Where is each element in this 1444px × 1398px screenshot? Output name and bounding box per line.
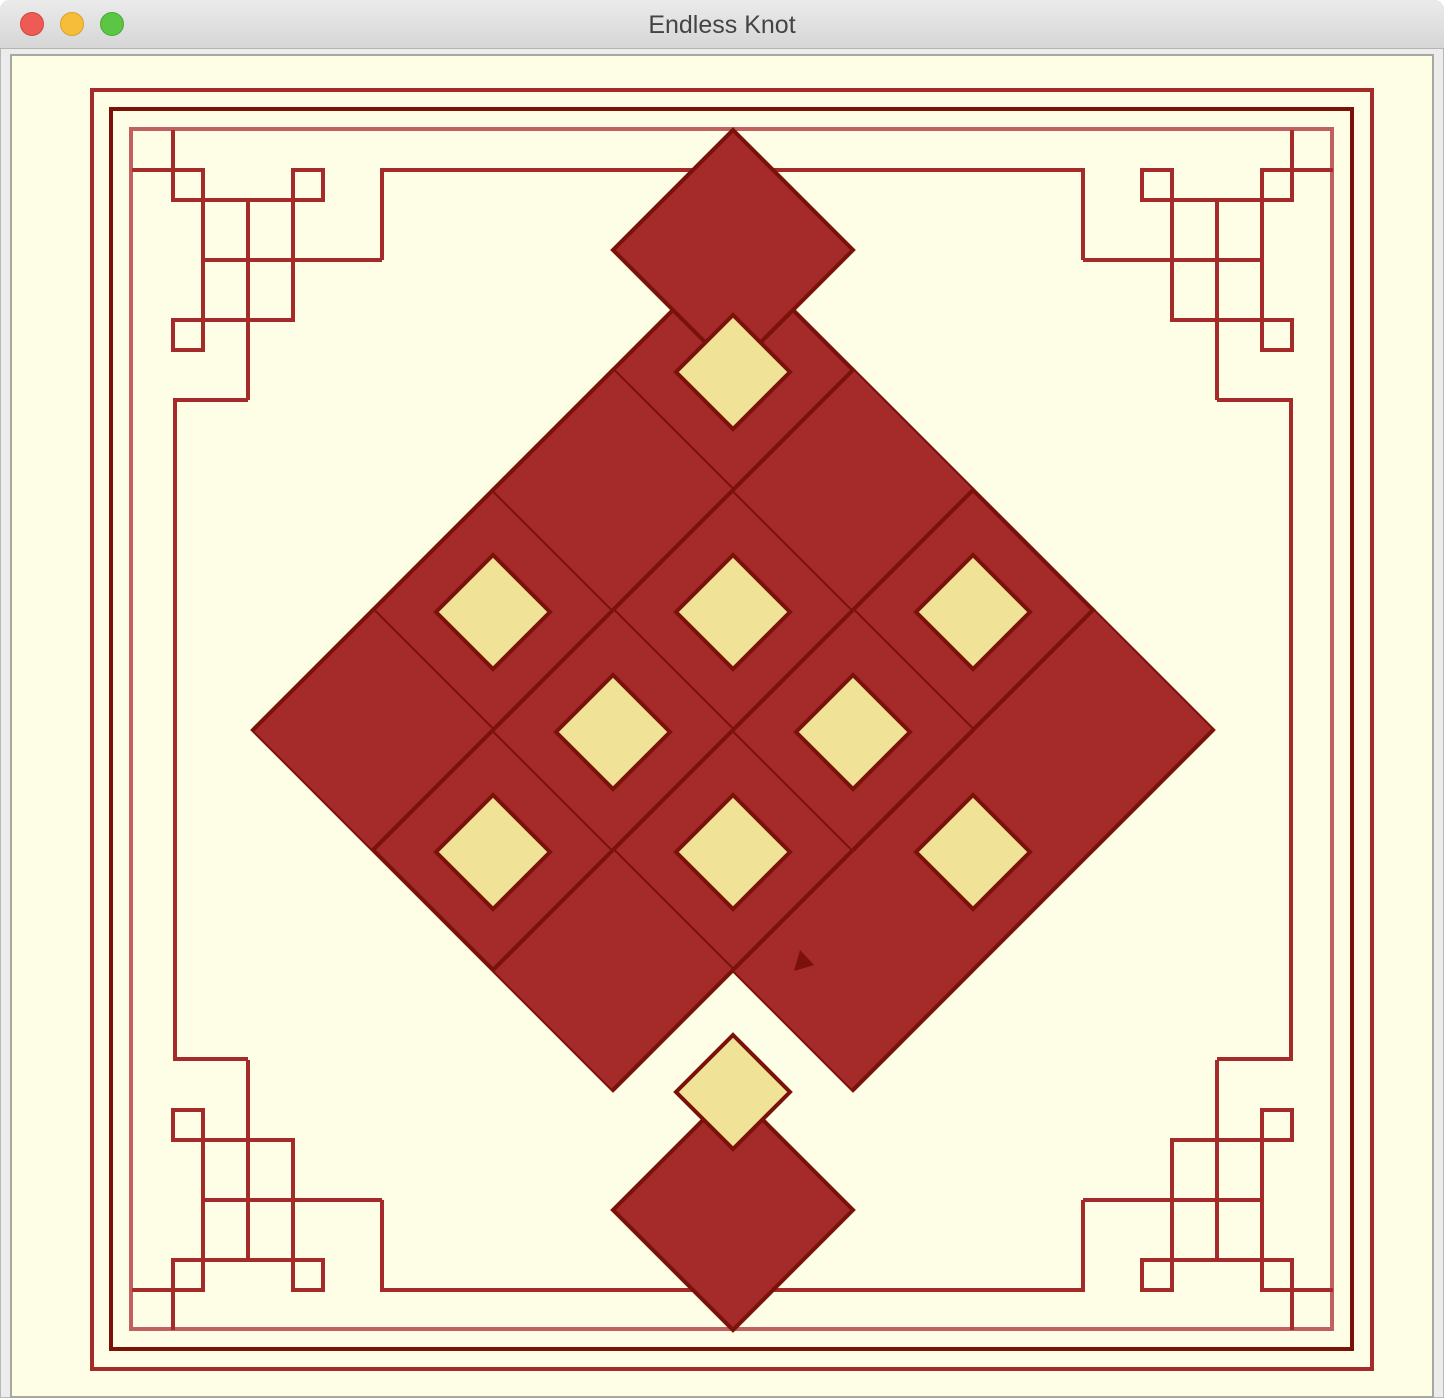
app-window: Endless Knot bbox=[0, 0, 1444, 1398]
endless-knot-drawing bbox=[90, 88, 1374, 1371]
corner-ornament-top-left bbox=[132, 130, 382, 400]
corner-ornament-top-right bbox=[1083, 130, 1333, 400]
corner-ornament-bottom-left bbox=[132, 1060, 382, 1330]
corner-ornament-bottom-right bbox=[1083, 1060, 1333, 1330]
